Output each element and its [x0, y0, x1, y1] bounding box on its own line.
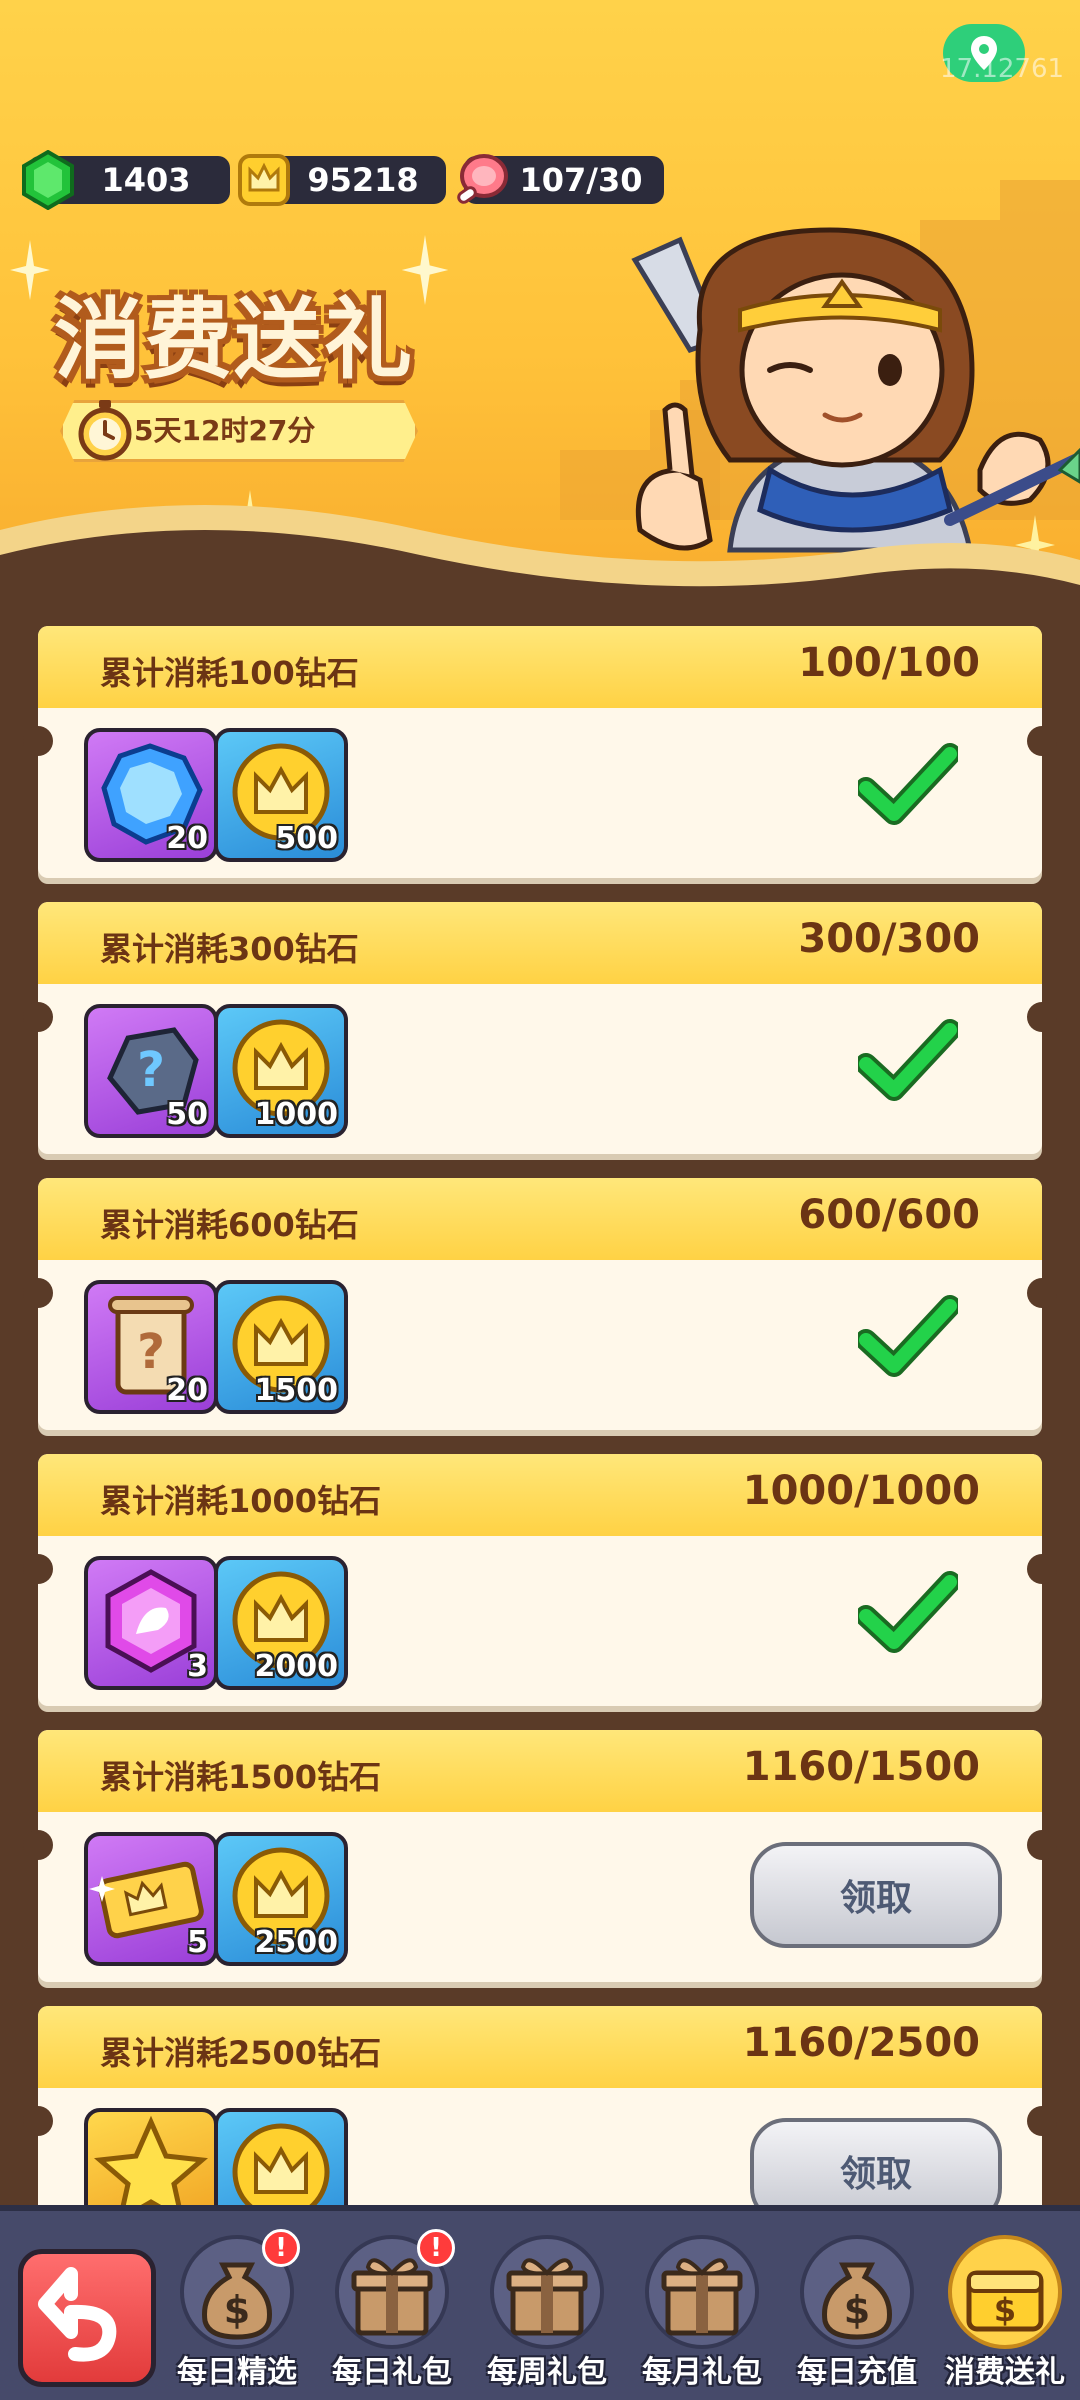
tier-title: 累计消耗2500钻石 [100, 2034, 382, 2072]
reward-qty: 2000 [254, 1649, 339, 1684]
countdown-text: 5天12时27分 [134, 414, 316, 447]
tier-header: 累计消耗1500钻石 1160/1500 [38, 1730, 1042, 1812]
reward-item[interactable]: 2500 [214, 1832, 348, 1966]
tier-progress: 300/300 [798, 916, 980, 962]
reward-qty: 5 [187, 1925, 208, 1960]
nav-label: 每月礼包 [642, 2355, 762, 2390]
nav-item-weekly-pack[interactable]: 每周礼包 [472, 2229, 622, 2399]
reward-qty: 20 [166, 821, 208, 856]
reward-item[interactable]: 20 [84, 728, 218, 862]
tier-header: 累计消耗2500钻石 1160/2500 [38, 2006, 1042, 2088]
reward-tier-card: 累计消耗1000钻石 1000/1000 3 2000 [23, 1454, 1057, 1706]
reward-item[interactable] [84, 2108, 218, 2205]
check-icon [858, 1571, 958, 1653]
reward-item[interactable]: ? 50 [84, 1004, 218, 1138]
location-id-text: 17.12761 [940, 54, 1065, 84]
svg-text:?: ? [137, 1324, 165, 1380]
gold-star-icon [94, 2115, 208, 2205]
money-bag-icon: $ [822, 2262, 892, 2340]
event-header: 17.12761 1403 95218 107/30 消费送礼 5天12时27分 [0, 0, 1080, 640]
reward-tier-card: 累计消耗1500钻石 1160/1500 5 2500 领取 [23, 1730, 1057, 1982]
reward-tier-card: 累计消耗2500钻石 1160/2500 领取 [23, 2006, 1057, 2205]
svg-text:$: $ [224, 2288, 250, 2332]
nav-item-daily-pack[interactable]: ! 每日礼包 [317, 2229, 467, 2399]
reward-tier-card: 累计消耗300钻石 300/300 ? 50 1000 [23, 902, 1057, 1154]
tier-header: 累计消耗300钻石 300/300 [38, 902, 1042, 984]
reward-qty: 2500 [254, 1925, 339, 1960]
reward-qty: 1500 [254, 1373, 339, 1408]
reward-item[interactable]: ? 20 [84, 1280, 218, 1414]
tier-progress: 1160/1500 [742, 1744, 980, 1790]
nav-item-monthly-pack[interactable]: 每月礼包 [627, 2229, 777, 2399]
nav-label: 每日礼包 [332, 2355, 452, 2390]
reward-qty: 50 [166, 1097, 208, 1132]
reward-item[interactable]: 500 [214, 728, 348, 862]
nav-label: 每周礼包 [487, 2355, 607, 2390]
meat-icon [457, 154, 508, 204]
reward-qty: 500 [275, 821, 338, 856]
stamina-value: 107/30 [519, 161, 643, 199]
tier-progress: 1160/2500 [742, 2020, 980, 2066]
tier-title: 累计消耗1000钻石 [100, 1482, 382, 1520]
reward-tier-list[interactable]: 累计消耗100钻石 100/100 20 500 累计消耗300钻石 300/3… [0, 620, 1080, 2205]
svg-text:$: $ [994, 2291, 1016, 2329]
notification-badge: ! [262, 2229, 300, 2267]
stopwatch-icon [78, 400, 132, 461]
event-title: 消费送礼 [54, 288, 415, 391]
tier-title: 累计消耗300钻石 [100, 930, 359, 968]
back-button[interactable] [18, 2249, 156, 2387]
crown-coin-icon [232, 2123, 330, 2205]
claim-button[interactable]: 领取 [750, 2118, 1002, 2205]
reward-item[interactable]: 3 [84, 1556, 218, 1690]
tier-progress: 1000/1000 [742, 1468, 980, 1514]
check-icon [858, 1295, 958, 1377]
tier-progress: 600/600 [798, 1192, 980, 1238]
reward-qty: 20 [166, 1373, 208, 1408]
header-wave [0, 505, 1080, 640]
reward-qty: 1000 [254, 1097, 339, 1132]
svg-text:$: $ [844, 2288, 870, 2332]
crown-coin-icon [238, 154, 290, 206]
check-icon [858, 1019, 958, 1101]
check-icon [858, 743, 958, 825]
nav-item-spend-reward[interactable]: $ 消费送礼 [930, 2229, 1080, 2399]
tier-title: 累计消耗600钻石 [100, 1206, 359, 1244]
coin-chest-icon: $ [966, 2270, 1044, 2332]
nav-item-daily-selection[interactable]: $ ! 每日精选 [162, 2229, 312, 2399]
notification-badge: ! [417, 2229, 455, 2267]
tier-title: 累计消耗1500钻石 [100, 1758, 382, 1796]
gift-box-icon [661, 2258, 743, 2336]
green-gem-icon [22, 150, 74, 210]
reward-qty: 3 [187, 1649, 208, 1684]
reward-item[interactable]: 1500 [214, 1280, 348, 1414]
tier-header: 累计消耗600钻石 600/600 [38, 1178, 1042, 1260]
gift-box-icon [506, 2258, 588, 2336]
coins-value: 95218 [307, 161, 419, 199]
reward-tier-card: 累计消耗600钻石 600/600 ? 20 1500 [23, 1178, 1057, 1430]
tier-progress: 100/100 [798, 640, 980, 686]
nav-label: 每日精选 [177, 2355, 297, 2390]
tier-header: 累计消耗100钻石 100/100 [38, 626, 1042, 708]
claim-button[interactable]: 领取 [750, 1842, 1002, 1948]
tier-title: 累计消耗100钻石 [100, 654, 359, 692]
gems-value: 1403 [101, 161, 191, 199]
reward-item[interactable]: 5 [84, 1832, 218, 1966]
reward-tier-card: 累计消耗100钻石 100/100 20 500 [23, 626, 1057, 878]
svg-text:?: ? [137, 1042, 165, 1098]
reward-item[interactable]: 2000 [214, 1556, 348, 1690]
tier-header: 累计消耗1000钻石 1000/1000 [38, 1454, 1042, 1536]
reward-item[interactable]: 1000 [214, 1004, 348, 1138]
back-arrow-icon [38, 2267, 117, 2362]
event-title-banner: 消费送礼 [40, 255, 440, 395]
nav-label: 每日充值 [797, 2355, 917, 2390]
nav-label: 消费送礼 [945, 2355, 1065, 2390]
reward-item[interactable] [214, 2108, 348, 2205]
bottom-nav: $ ! 每日精选 ! 每日礼包 每周礼包 每月礼包 $ 每日充值 $ 消费送礼 [0, 2205, 1080, 2400]
nav-item-daily-recharge[interactable]: $ 每日充值 [782, 2229, 932, 2399]
